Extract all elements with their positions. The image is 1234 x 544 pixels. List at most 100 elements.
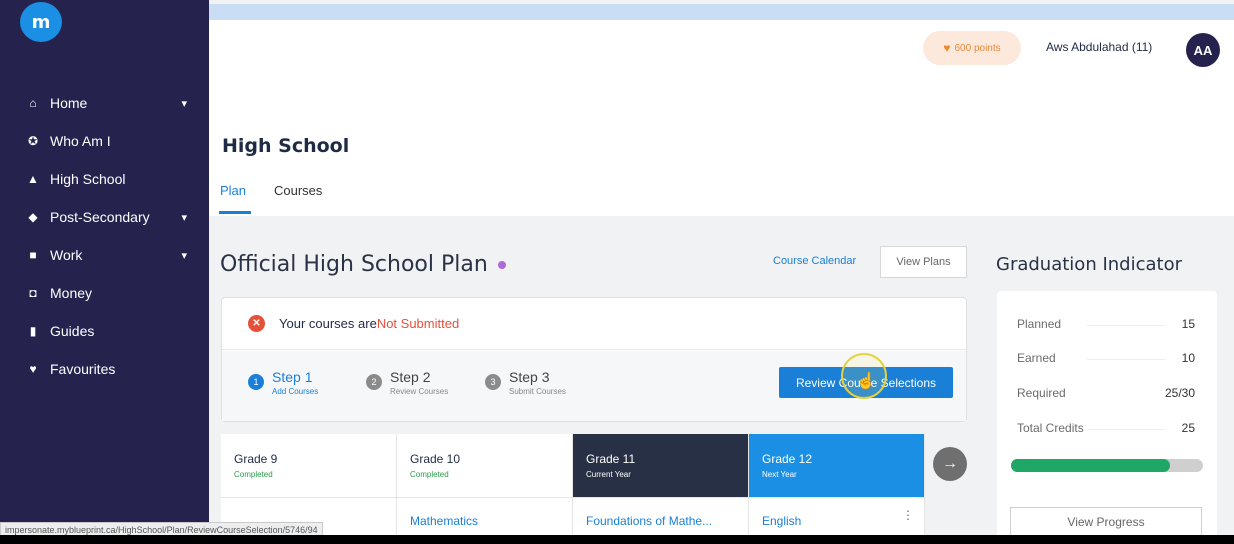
grade-column[interactable]: Grade 9 Completed [221, 434, 397, 535]
credit-value: 25/30 [1164, 386, 1195, 400]
submission-status-card: ✕ Your courses are Not Submitted 1 Step … [221, 297, 967, 422]
sidebar-item-favourites[interactable]: ♥ Favourites [0, 350, 209, 388]
credit-label: Planned [1017, 317, 1062, 331]
book-icon: ▮ [29, 324, 37, 338]
sidebar-item-who-am-i[interactable]: ✪ Who Am I [0, 122, 209, 160]
sidebar-item-label: Guides [50, 323, 95, 339]
graduation-progress-bar [1011, 459, 1203, 472]
home-icon: ⌂ [29, 96, 37, 110]
step-number: 1 [248, 374, 264, 390]
sidebar-item-label: High School [50, 171, 126, 187]
status-value: Not Submitted [376, 316, 460, 331]
plan-title-text: Official High School Plan [220, 252, 488, 277]
active-tab-indicator [219, 211, 251, 214]
myblueprint-logo[interactable]: m [20, 2, 62, 42]
grade-status: Completed [234, 470, 273, 479]
grade-header: Grade 12 Next Year [749, 434, 924, 498]
credit-value: 15 [1181, 317, 1195, 331]
grade-name: Grade 10 [410, 452, 461, 466]
step-2[interactable]: 2 Step 2 Review Courses [366, 369, 448, 396]
credit-label: Earned [1017, 351, 1056, 365]
grade-header: Grade 9 Completed [221, 434, 396, 498]
graduation-indicator-title: Graduation Indicator [996, 254, 1182, 275]
top-strip [209, 4, 1234, 20]
course-link[interactable]: Foundations of Mathe... [586, 514, 712, 528]
sidebar-item-post-secondary[interactable]: ◆ Post-Secondary ▾ [0, 198, 209, 236]
credit-row-total: Total Credits 25 [1017, 421, 1195, 435]
logo-mark: m [31, 11, 51, 33]
browser-status-url: impersonate.myblueprint.ca/HighSchool/Pl… [0, 522, 323, 535]
app-window: m ⌂ Home ▾ ✪ Who Am I ▲ High School ◆ Po… [0, 0, 1234, 535]
step-1[interactable]: 1 Step 1 Add Courses [248, 369, 318, 396]
view-progress-button[interactable]: View Progress [1010, 507, 1202, 535]
step-title: Step 2 [390, 369, 431, 385]
grade-column[interactable]: Grade 11 Current Year Foundations of Mat… [573, 434, 749, 535]
page-heading: High School Plan Courses [209, 75, 1234, 216]
credit-value: 25 [1181, 421, 1195, 435]
top-header: ♥ 600 points Aws Abdulahad (11) AA [209, 20, 1234, 75]
next-arrow-button[interactable]: → [933, 447, 967, 481]
sidebar-item-label: Post-Secondary [50, 209, 150, 225]
sidebar-item-label: Home [50, 95, 88, 111]
screen-border [0, 535, 1234, 544]
sidebar-item-work[interactable]: ■ Work ▾ [0, 236, 209, 274]
graduation-indicator-card: Planned 15 Earned 10 Required 25/30 Tota… [997, 291, 1217, 535]
sidebar-item-money[interactable]: ◘ Money [0, 274, 209, 312]
step-subtitle: Add Courses [272, 387, 319, 396]
school-icon: ▲ [27, 172, 39, 186]
step-3[interactable]: 3 Step 3 Submit Courses [485, 369, 566, 396]
sidebar-item-home[interactable]: ⌂ Home ▾ [0, 84, 209, 122]
points-badge[interactable]: ♥ 600 points [923, 31, 1021, 65]
sidebar-item-label: Work [50, 247, 83, 263]
status-prefix: Your courses are [279, 316, 377, 331]
grade-status: Current Year [586, 470, 631, 479]
avatar[interactable]: AA [1186, 33, 1220, 67]
sidebar: m ⌂ Home ▾ ✪ Who Am I ▲ High School ◆ Po… [0, 0, 209, 535]
credit-label: Required [1017, 386, 1066, 400]
row-divider [1087, 325, 1165, 326]
credit-label: Total Credits [1017, 421, 1084, 435]
tab-courses[interactable]: Courses [274, 183, 322, 198]
status-dot [497, 261, 506, 269]
grade-header: Grade 11 Current Year [573, 434, 748, 498]
briefcase-icon: ■ [29, 248, 37, 262]
grade-column[interactable]: Grade 12 Next Year English ⋮ [749, 434, 925, 535]
grade-column[interactable]: Grade 10 Completed Mathematics [397, 434, 573, 535]
grade-name: Grade 12 [762, 452, 813, 466]
grade-name: Grade 9 [234, 452, 278, 466]
step-title: Step 1 [272, 369, 313, 385]
grade-status: Next Year [762, 470, 797, 479]
more-options-icon[interactable]: ⋮ [902, 508, 914, 522]
step-subtitle: Review Courses [390, 387, 449, 396]
sidebar-item-guides[interactable]: ▮ Guides [0, 312, 209, 350]
grades-row: Grade 9 Completed Grade 10 Completed Mat… [221, 434, 925, 535]
course-calendar-link[interactable]: Course Calendar [773, 255, 856, 267]
grade-header: Grade 10 Completed [397, 434, 572, 498]
page-title: High School [222, 135, 350, 157]
course-link[interactable]: Mathematics [410, 514, 478, 528]
chevron-down-icon: ▾ [181, 249, 187, 262]
chevron-down-icon: ▾ [181, 211, 187, 224]
row-divider [1087, 359, 1165, 360]
progress-fill [1011, 459, 1171, 472]
points-label: 600 points [954, 42, 1001, 54]
sidebar-item-label: Money [50, 285, 93, 301]
hand-cursor-icon: ☝ [856, 373, 876, 390]
user-name[interactable]: Aws Abdulahad (11) [1046, 40, 1152, 54]
course-link[interactable]: English [762, 514, 801, 528]
money-icon: ◘ [29, 286, 37, 300]
tab-plan[interactable]: Plan [220, 183, 246, 198]
sidebar-item-label: Favourites [50, 361, 116, 377]
credit-row-required: Required 25/30 [1017, 386, 1195, 400]
view-plans-button[interactable]: View Plans [880, 246, 967, 278]
chevron-down-icon: ▾ [181, 97, 187, 110]
sidebar-nav: ⌂ Home ▾ ✪ Who Am I ▲ High School ◆ Post… [0, 84, 209, 388]
compass-icon: ✪ [27, 134, 39, 148]
sidebar-item-high-school[interactable]: ▲ High School [0, 160, 209, 198]
credit-row-planned: Planned 15 [1017, 317, 1195, 331]
submission-status: ✕ Your courses are Not Submitted [222, 298, 966, 350]
grade-status: Completed [410, 470, 449, 479]
credit-value: 10 [1181, 351, 1195, 365]
graduation-cap-icon: ◆ [28, 210, 38, 224]
sidebar-item-label: Who Am I [50, 133, 111, 149]
